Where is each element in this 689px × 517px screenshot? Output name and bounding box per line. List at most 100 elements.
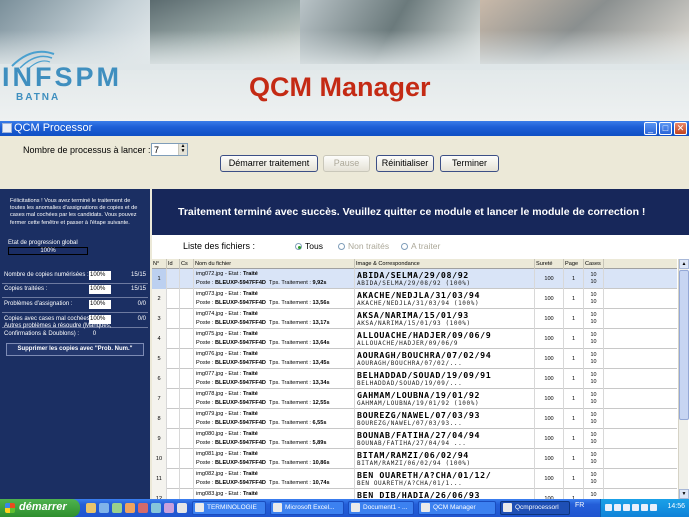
tray-update-icon[interactable]: [632, 504, 639, 511]
quicklaunch-more-icon[interactable]: [177, 503, 187, 513]
column-header[interactable]: Nom du fichier: [194, 259, 355, 269]
stepper-arrows-icon[interactable]: ▲ ▼: [178, 144, 187, 155]
quicklaunch-tool-icon[interactable]: [164, 503, 174, 513]
table-row[interactable]: 1 img072.jpg - Etat : Traité Poste : BLEUX…: [152, 269, 677, 289]
finish-button[interactable]: Terminer: [440, 155, 499, 172]
surete-cell: 100: [535, 289, 564, 309]
task-app-icon: [503, 503, 512, 512]
taskbar-task[interactable]: TERMINOLOGIE: [192, 501, 266, 515]
row-id-cell: [167, 389, 180, 409]
scroll-up-icon[interactable]: ▲: [679, 259, 689, 269]
table-row[interactable]: 2 img073.jpg - Etat : Traité Poste : BLEUX…: [152, 289, 677, 309]
pause-button[interactable]: Pause: [323, 155, 370, 172]
tray-antivirus-icon[interactable]: [641, 504, 648, 511]
file-state: Traité: [242, 271, 258, 277]
scroll-down-icon[interactable]: ▼: [679, 489, 689, 499]
cases-cell: 1010: [584, 489, 604, 499]
cases-cell: 1010: [584, 389, 604, 409]
page-cell: 1: [564, 449, 584, 469]
app-title: QCM Manager: [249, 72, 431, 102]
poste-prefix: Poste :: [196, 300, 214, 306]
file-line: img083.jpg - Etat : Traité: [196, 491, 258, 497]
poste-prefix: Poste :: [196, 440, 214, 446]
column-header[interactable]: Sureté: [535, 259, 564, 269]
row-cs-cell: [180, 449, 194, 469]
tray-printer-icon[interactable]: [650, 504, 657, 511]
quicklaunch-browser-icon[interactable]: [99, 503, 109, 513]
quicklaunch-mail-icon[interactable]: [151, 503, 161, 513]
language-indicator[interactable]: FR: [575, 502, 584, 509]
files-table[interactable]: N° Id Cs Nom du fichier Image & Correspo…: [152, 259, 677, 499]
files-panel: Traitement terminé avec succès. Veuillez…: [152, 189, 689, 499]
scroll-thumb[interactable]: [679, 270, 689, 420]
state-prefix: - Etat :: [224, 371, 242, 377]
start-button[interactable]: Démarrer traitement: [220, 155, 318, 172]
delete-prob-num-button[interactable]: Supprimer les copies avec "Prob. Num.": [6, 343, 144, 356]
file-state: Traité: [242, 431, 258, 437]
close-icon[interactable]: ✕: [674, 122, 687, 135]
task-app-icon: [273, 503, 282, 512]
file-name: img080.jpg: [196, 431, 224, 437]
table-row[interactable]: 7 img078.jpg - Etat : Traité Poste : BLEUX…: [152, 389, 677, 409]
filter-to-process-radio[interactable]: A traiter: [401, 241, 440, 251]
quicklaunch-folder-icon[interactable]: [86, 503, 96, 513]
process-count-value[interactable]: 7: [154, 145, 159, 155]
quicklaunch-desktop-icon[interactable]: [112, 503, 122, 513]
table-row[interactable]: 11 img082.jpg - Etat : Traité Poste : BLEU…: [152, 469, 677, 489]
window-titlebar[interactable]: QCM Processor _ □ ✕: [0, 121, 689, 136]
processing-time: 13,34s: [312, 380, 330, 386]
table-row[interactable]: 5 img076.jpg - Etat : Traité Poste : BLEUX…: [152, 349, 677, 369]
table-row[interactable]: 4 img075.jpg - Etat : Traité Poste : BLEUX…: [152, 329, 677, 349]
tray-security-icon[interactable]: [614, 504, 621, 511]
column-header[interactable]: Image & Correspondance: [355, 259, 535, 269]
column-header[interactable]: Cs: [180, 259, 194, 269]
clock[interactable]: 14:56: [667, 503, 685, 510]
quicklaunch-app-icon[interactable]: [138, 503, 148, 513]
taskbar-task[interactable]: Microsoft Excel...: [270, 501, 344, 515]
file-name: img076.jpg: [196, 351, 224, 357]
processing-time: 5,89s: [312, 440, 327, 446]
column-header[interactable]: Id: [167, 259, 180, 269]
column-header[interactable]: Cases: [584, 259, 604, 269]
tray-volume-icon[interactable]: [623, 504, 630, 511]
progress-value: 100%: [40, 248, 56, 254]
table-scrollbar[interactable]: ▲ ▼: [678, 259, 689, 499]
file-name: img079.jpg: [196, 411, 224, 417]
table-row[interactable]: 12 img083.jpg - Etat : TraitéPoste : BLEU…: [152, 489, 677, 499]
column-header[interactable]: N°: [152, 259, 167, 269]
taskbar-task[interactable]: Document1 - ...: [348, 501, 414, 515]
filter-untreated-radio[interactable]: Non traités: [338, 241, 389, 251]
table-row[interactable]: 10 img081.jpg - Etat : Traité Poste : BLEU…: [152, 449, 677, 469]
poste-prefix: Poste :: [196, 460, 214, 466]
quicklaunch-media-icon[interactable]: [125, 503, 135, 513]
poste-line: Poste : BLEUXP-5947FF4D Tps. Traitement …: [196, 480, 330, 486]
cases-value: 10: [590, 318, 597, 325]
tps-prefix: Tps. Traitement :: [268, 360, 311, 366]
taskbar-task[interactable]: QCM Manager: [418, 501, 496, 515]
table-row[interactable]: 9 img080.jpg - Etat : Traité Poste : BLEUX…: [152, 429, 677, 449]
stat-row: Problèmes d'assignation : 100% 0/0: [0, 298, 150, 312]
table-row[interactable]: 6 img077.jpg - Etat : Traité Poste : BLEUX…: [152, 369, 677, 389]
poste-name: BLEUXP-5947FF4D: [214, 420, 266, 426]
cases-cell: 1010: [584, 429, 604, 449]
page-cell: 1: [564, 369, 584, 389]
tray-network-icon[interactable]: [605, 504, 612, 511]
task-label: QCM Manager: [433, 504, 476, 511]
column-header[interactable]: Page: [564, 259, 584, 269]
processing-time: 10,86s: [312, 460, 330, 466]
start-button[interactable]: démarrer: [0, 499, 80, 517]
reset-button[interactable]: Réinitialiser: [376, 155, 434, 172]
image-correspondence-cell: BELHADDAD/SOUAD/19/09/91 BELHADDAD/SOUAD/…: [355, 369, 535, 389]
table-row[interactable]: 3 img074.jpg - Etat : Traité Poste : BLEUX…: [152, 309, 677, 329]
cases-value: 10: [590, 352, 597, 358]
congratulations-message: Félicitations ! Vous avez terminé le tra…: [10, 198, 138, 226]
cases-value: 10: [590, 418, 597, 425]
maximize-icon[interactable]: □: [659, 122, 672, 135]
taskbar-task[interactable]: Qcmprocessorl: [500, 501, 570, 515]
table-row[interactable]: 8 img079.jpg - Etat : Traité Poste : BLEUX…: [152, 409, 677, 429]
task-label: Qcmprocessorl: [515, 504, 559, 511]
process-count-stepper[interactable]: 7 ▲ ▼: [151, 143, 188, 156]
filter-all-radio[interactable]: Tous: [295, 241, 323, 251]
scanned-name-image: AOURAGH/BOUCHRA/07/02/94: [357, 350, 492, 360]
minimize-icon[interactable]: _: [644, 122, 657, 135]
